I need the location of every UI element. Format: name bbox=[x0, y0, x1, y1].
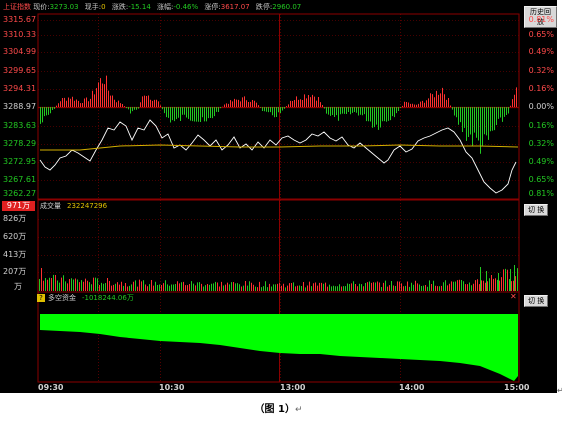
volume-max-badge: 971万 bbox=[2, 201, 35, 211]
time-tick: 14:00 bbox=[399, 383, 425, 392]
pct-tick: 0.49% bbox=[528, 47, 554, 56]
pct-tick: 0.81% bbox=[528, 189, 554, 198]
volume-switch-button[interactable]: 切 换 bbox=[524, 204, 549, 216]
limit-up-value: 3617.07 bbox=[220, 3, 250, 11]
volume-title: 成交量 bbox=[40, 202, 61, 210]
intraday-chart-window: 上证指数 现价:3273.03 现手:0 涨跌:-15.14 涨幅:-0.46%… bbox=[0, 0, 557, 393]
vol-value: 0 bbox=[101, 3, 106, 11]
quote-header: 上证指数 现价:3273.03 现手:0 涨跌:-15.14 涨幅:-0.46%… bbox=[0, 1, 520, 13]
price-tick: 3310.33 bbox=[3, 30, 37, 39]
time-tick: 13:00 bbox=[280, 383, 306, 392]
fund-flow-value: -1018244.06万 bbox=[82, 294, 134, 302]
index-title: 上证指数 bbox=[3, 3, 31, 11]
pct-tick: 0.49% bbox=[528, 157, 554, 166]
volume-label: 成交量 232247296 bbox=[40, 201, 107, 211]
price-line bbox=[39, 119, 517, 194]
price-label: 现价: bbox=[33, 3, 50, 11]
pct-tick: 0.32% bbox=[528, 139, 554, 148]
price-tick: 3304.99 bbox=[3, 47, 37, 56]
volume-tick: 826万 bbox=[3, 214, 27, 223]
pct-tick: 0.65% bbox=[528, 30, 554, 39]
chart-grid bbox=[37, 13, 520, 383]
pct-value: -0.46% bbox=[173, 3, 199, 11]
price-tick: 3299.65 bbox=[3, 66, 37, 75]
volume-tick: 万 bbox=[14, 282, 22, 291]
price-tick: 3262.27 bbox=[3, 189, 37, 198]
caption-text: （图 1） bbox=[254, 404, 295, 415]
price-tick: 3283.63 bbox=[3, 121, 37, 130]
price-tick: 3267.61 bbox=[3, 175, 37, 184]
close-icon[interactable]: ✕ bbox=[510, 292, 517, 302]
time-tick: 09:30 bbox=[38, 383, 64, 392]
pct-tick: 0.16% bbox=[528, 121, 554, 130]
price-tick: 3288.97 bbox=[3, 102, 37, 111]
change-label: 涨跌: bbox=[111, 3, 129, 11]
figure-caption: （图 1）↵ bbox=[0, 403, 557, 417]
vol-label: 现手: bbox=[84, 3, 102, 11]
price-tick: 3315.67 bbox=[3, 15, 37, 24]
change-value: -15.14 bbox=[128, 3, 151, 11]
price-value: 3273.03 bbox=[49, 3, 79, 11]
pct-tick: 0.65% bbox=[528, 175, 554, 184]
return-mark: ↵ bbox=[557, 386, 562, 395]
pct-tick: 0.16% bbox=[528, 84, 554, 93]
volume-panel-frame bbox=[37, 199, 520, 293]
volume-tick: 413万 bbox=[3, 250, 27, 259]
fund-flow-title: 多空资金 bbox=[48, 294, 76, 302]
price-tick: 3272.95 bbox=[3, 157, 37, 166]
time-tick: 15:00 bbox=[504, 383, 530, 392]
volume-tick: 207万 bbox=[3, 267, 27, 276]
time-tick: 10:30 bbox=[159, 383, 185, 392]
limit-up-label: 涨停: bbox=[204, 3, 221, 11]
pct-tick: 0.32% bbox=[528, 66, 554, 75]
pct-tick: 0.00% bbox=[528, 102, 554, 111]
fund-flow-header: ? 多空资金 -1018244.06万 bbox=[37, 293, 134, 303]
price-tick: 3278.29 bbox=[3, 139, 37, 148]
volume-value: 232247296 bbox=[67, 202, 108, 210]
help-icon[interactable]: ? bbox=[37, 294, 45, 302]
pct-tick: 0.81% bbox=[528, 15, 554, 24]
limit-down-label: 跌停: bbox=[255, 3, 273, 11]
return-mark: ↵ bbox=[294, 405, 303, 415]
limit-down-value: 2960.07 bbox=[272, 3, 302, 11]
price-tick: 3294.31 bbox=[3, 84, 37, 93]
volume-tick: 620万 bbox=[3, 232, 27, 241]
fund-flow-switch-button[interactable]: 切 换 bbox=[524, 295, 549, 307]
pct-label: 涨幅: bbox=[157, 3, 174, 11]
